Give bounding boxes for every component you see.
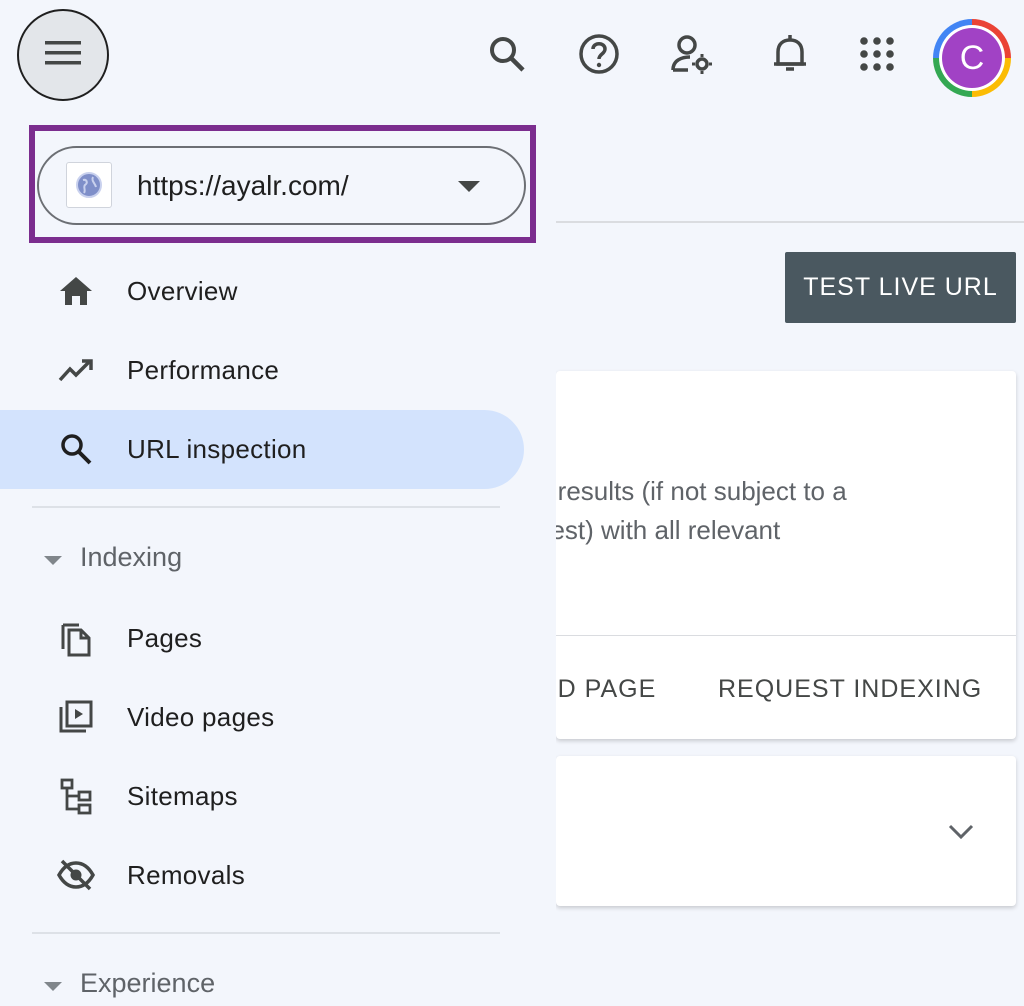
dropdown-caret-icon[interactable] xyxy=(458,181,480,192)
video-library-icon xyxy=(55,696,97,738)
notifications-bell-icon[interactable] xyxy=(768,32,812,76)
account-avatar[interactable]: C xyxy=(933,19,1011,97)
nav-divider xyxy=(32,932,500,934)
sidebar-item-label: Performance xyxy=(127,355,280,385)
sidebar-item-removals[interactable]: Removals xyxy=(0,836,524,915)
help-icon[interactable] xyxy=(577,32,621,76)
property-url: https://ayalr.com/ xyxy=(137,170,349,201)
sidebar-item-pages[interactable]: Pages xyxy=(0,599,524,678)
sidebar-item-overview[interactable]: Overview xyxy=(0,252,524,331)
search-icon xyxy=(55,428,97,470)
search-icon[interactable] xyxy=(485,32,529,76)
card-description-line2: uest) with all relevant xyxy=(536,515,781,545)
avatar-initial: C xyxy=(942,28,1002,88)
sidebar-item-label: Sitemaps xyxy=(127,781,238,811)
globe-icon xyxy=(66,162,112,208)
main-menu-button[interactable] xyxy=(17,9,109,101)
sidebar-item-sitemaps[interactable]: Sitemaps xyxy=(0,757,524,836)
sidebar-item-label: Removals xyxy=(127,860,245,890)
card-divider xyxy=(556,635,1016,636)
section-label: Indexing xyxy=(80,542,183,572)
header-divider xyxy=(556,221,1024,223)
card-description-line1: n results (if not subject to a xyxy=(536,476,847,506)
nav-divider xyxy=(32,506,500,508)
view-crawled-page-button[interactable]: ED PAGE xyxy=(540,675,656,704)
sidebar-item-label: Overview xyxy=(127,276,238,306)
pages-icon xyxy=(55,617,97,659)
sidebar-item-performance[interactable]: Performance xyxy=(0,331,524,410)
sitemap-icon xyxy=(55,775,97,817)
sidebar-item-video-pages[interactable]: Video pages xyxy=(0,678,524,757)
apps-grid-icon[interactable] xyxy=(855,32,899,76)
caret-down-icon xyxy=(44,982,62,991)
sidebar-item-label: Video pages xyxy=(127,702,275,732)
test-live-url-button[interactable]: TEST LIVE URL xyxy=(785,252,1016,323)
visibility-off-icon xyxy=(55,854,97,896)
user-settings-icon[interactable] xyxy=(670,32,714,76)
sidebar-item-label: URL inspection xyxy=(127,434,307,464)
home-icon xyxy=(55,270,97,312)
chevron-down-icon[interactable] xyxy=(946,818,976,846)
trending-up-icon xyxy=(55,349,97,391)
hamburger-icon xyxy=(43,38,83,73)
sidebar-item-label: Pages xyxy=(127,623,203,653)
caret-down-icon xyxy=(44,556,62,565)
request-indexing-button[interactable]: REQUEST INDEXING xyxy=(718,675,982,704)
section-label: Experience xyxy=(80,968,216,998)
sidebar-item-url-inspection[interactable]: URL inspection xyxy=(0,410,524,489)
